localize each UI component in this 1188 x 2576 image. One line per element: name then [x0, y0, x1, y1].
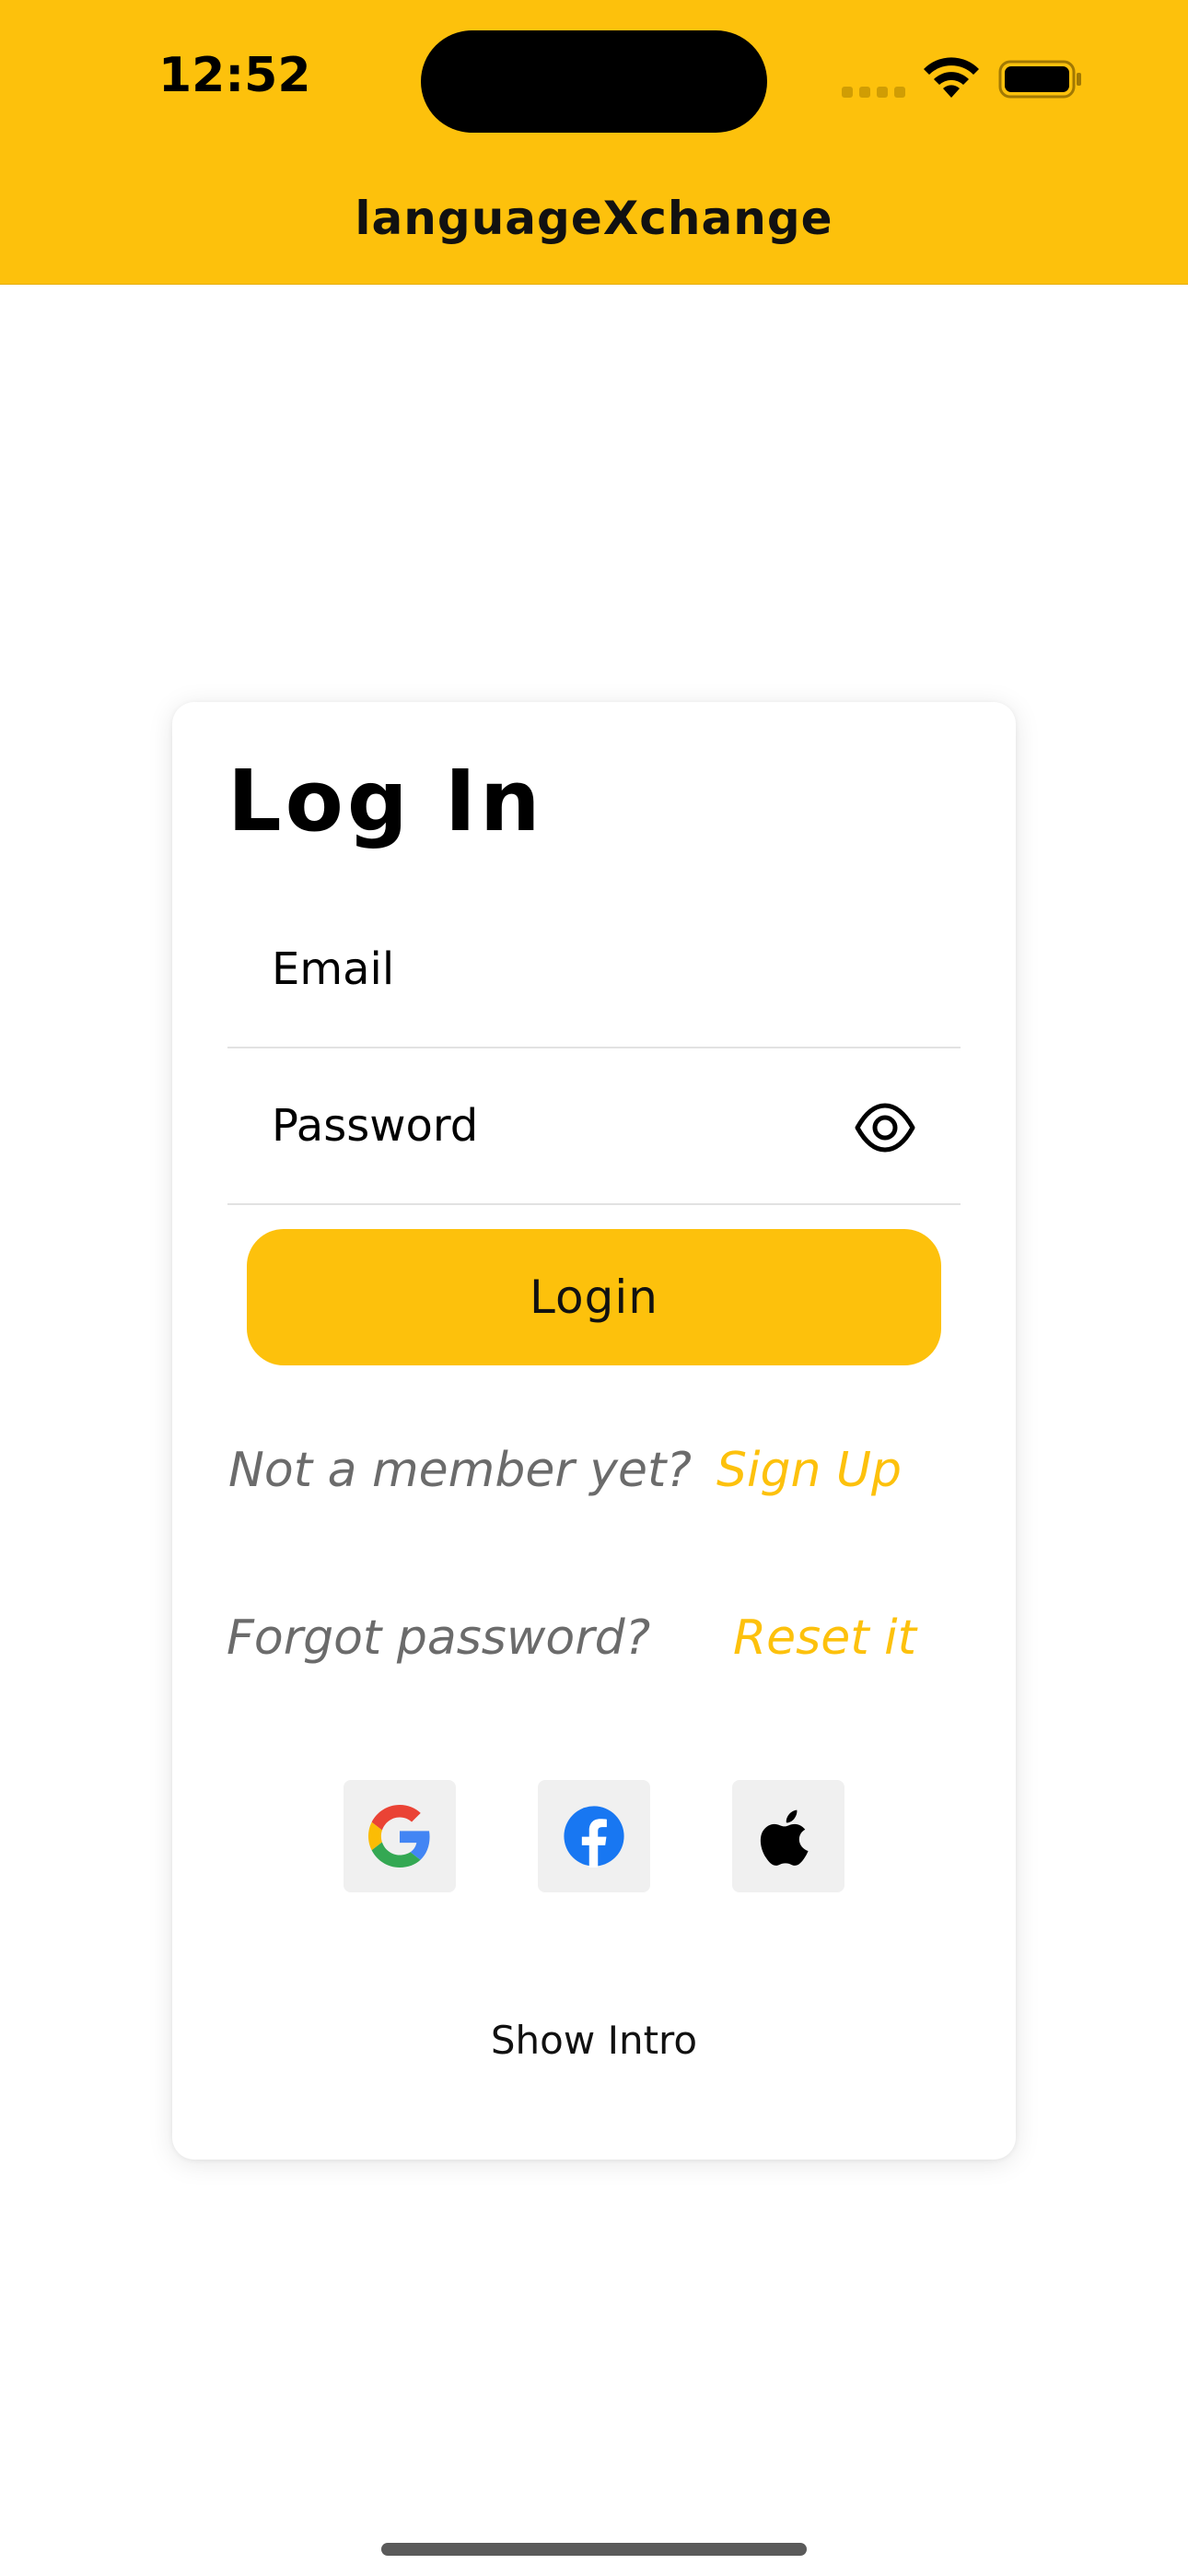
login-button[interactable]: Login — [247, 1229, 941, 1365]
signup-link[interactable]: Sign Up — [716, 1443, 902, 1498]
password-field-container — [227, 1048, 961, 1205]
cellular-signal-icon — [842, 87, 906, 98]
home-indicator[interactable] — [381, 2543, 807, 2556]
login-screen: 12:52 languageXchange Log In Email Login… — [0, 0, 1188, 2576]
facebook-icon — [564, 1806, 624, 1868]
apple-icon — [760, 1809, 809, 1866]
app-header: 12:52 languageXchange — [0, 0, 1188, 285]
app-title: languageXchange — [355, 192, 833, 245]
signup-prompt: Not a member yet? — [228, 1443, 692, 1498]
show-intro-link[interactable]: Show Intro — [0, 2018, 1188, 2063]
email-field-container — [227, 892, 961, 1048]
google-icon — [368, 1805, 430, 1868]
password-input[interactable] — [272, 1048, 861, 1203]
wifi-icon — [924, 57, 979, 98]
email-input[interactable] — [272, 892, 861, 1047]
eye-icon[interactable] — [854, 1096, 916, 1159]
status-time: 12:52 — [158, 48, 311, 103]
forgot-password-prompt: Forgot password? — [227, 1610, 651, 1666]
login-title: Log In — [227, 752, 544, 850]
google-signin-button[interactable] — [344, 1780, 456, 1892]
reset-password-link[interactable]: Reset it — [733, 1610, 916, 1666]
apple-signin-button[interactable] — [732, 1780, 844, 1892]
dynamic-island — [421, 30, 767, 133]
battery-icon — [998, 60, 1081, 99]
facebook-signin-button[interactable] — [538, 1780, 650, 1892]
